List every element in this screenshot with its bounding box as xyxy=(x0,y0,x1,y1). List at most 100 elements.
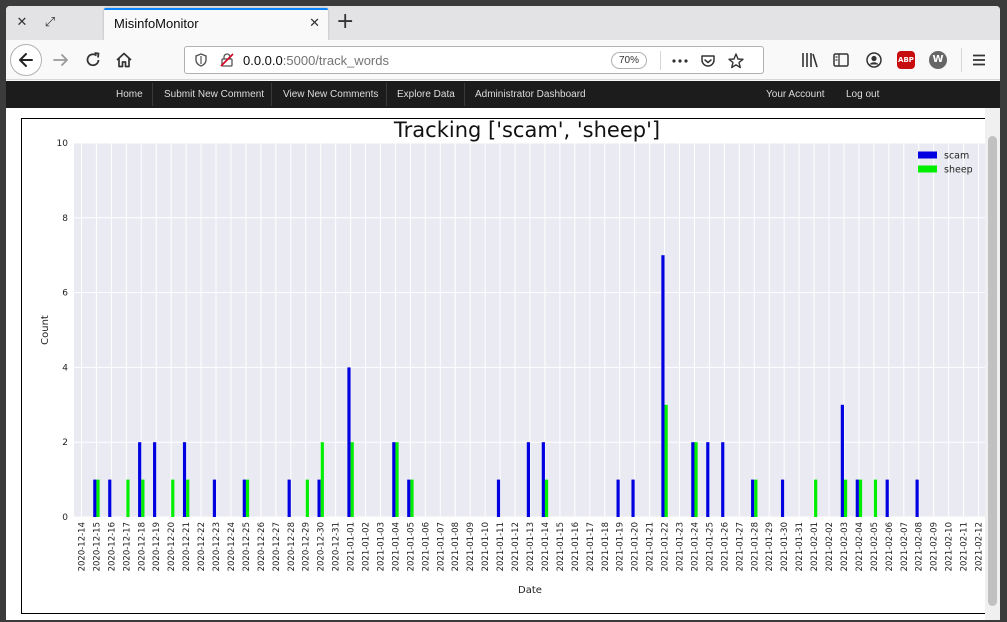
x-tick-label: 2021-02-05 xyxy=(870,522,880,571)
x-tick-label: 2021-02-08 xyxy=(915,522,925,571)
x-tick-label: 2020-12-26 xyxy=(257,522,267,571)
x-tick-label: 2021-01-14 xyxy=(541,522,551,571)
zoom-level-button[interactable]: 70% xyxy=(611,52,647,69)
browser-tab[interactable]: MisinfoMonitor ✕ xyxy=(104,8,328,40)
address-bar[interactable]: 0.0.0.0:5000/track_words 70% xyxy=(184,46,764,74)
x-tick-label: 2020-12-27 xyxy=(272,522,282,571)
sheep-bar xyxy=(141,479,145,517)
x-tick-label: 2021-01-24 xyxy=(690,522,700,571)
extension-w-icon[interactable]: W xyxy=(929,51,947,69)
url-host: 0.0.0.0 xyxy=(243,53,283,68)
scam-bar xyxy=(496,479,501,517)
sheep-bar xyxy=(245,479,250,517)
scam-bar xyxy=(392,442,396,517)
scam-bar xyxy=(631,479,635,517)
hamburger-menu-icon[interactable] xyxy=(971,52,987,68)
chart-container: 0 2 4 6 8 10 2020-12-14 2020-12-15 2020-12-16 20… xyxy=(21,118,990,614)
url-text[interactable]: 0.0.0.0:5000/track_words xyxy=(243,53,389,68)
account-icon[interactable] xyxy=(865,51,883,69)
x-tick-label: 2021-01-27 xyxy=(735,522,745,571)
x-tick-label: 2021-02-12 xyxy=(975,522,985,571)
x-tick-label: 2020-12-28 xyxy=(287,522,297,571)
pocket-icon[interactable] xyxy=(699,52,717,70)
sheep-bar xyxy=(171,479,175,517)
scam-bar xyxy=(347,367,351,517)
x-tick-label: 2020-12-23 xyxy=(212,522,222,571)
scam-bar xyxy=(885,479,889,517)
bookmark-star-icon[interactable] xyxy=(727,52,745,70)
scrollbar-thumb[interactable] xyxy=(988,136,997,606)
forward-arrow-icon xyxy=(53,54,68,66)
x-tick-label: 2021-01-10 xyxy=(481,522,491,571)
back-arrow-icon xyxy=(19,53,33,67)
new-tab-icon[interactable]: + xyxy=(336,10,354,34)
x-tick-label: 2020-12-18 xyxy=(137,522,147,571)
x-axis-label: Date xyxy=(518,585,542,596)
sidebar-icon[interactable] xyxy=(832,51,850,69)
x-tick-label: 2021-01-15 xyxy=(556,522,566,571)
x-tick-label: 2021-01-26 xyxy=(720,522,730,571)
nav-explore-data-link[interactable]: Explore Data xyxy=(397,81,455,108)
x-tick-label: 2021-01-21 xyxy=(646,522,656,571)
x-tick-label: 2020-12-20 xyxy=(167,522,177,571)
x-tick-label: 2021-01-13 xyxy=(526,522,536,571)
nav-separator xyxy=(464,83,465,106)
reload-button[interactable] xyxy=(82,49,104,71)
sheep-bar xyxy=(320,442,324,517)
shield-icon[interactable] xyxy=(193,52,209,68)
y-tick-label: 2 xyxy=(62,438,68,448)
x-tick-label: 2021-01-07 xyxy=(436,522,446,571)
scam-bar xyxy=(661,255,665,517)
library-icon[interactable] xyxy=(800,51,820,69)
scam-bar xyxy=(93,479,97,517)
nav-separator xyxy=(386,83,387,106)
home-button[interactable] xyxy=(113,49,135,71)
x-tick-label: 2021-01-09 xyxy=(466,522,476,571)
x-tick-label: 2021-01-06 xyxy=(421,522,431,571)
x-tick-label: 2021-01-01 xyxy=(347,522,357,571)
nav-submit-comment-link[interactable]: Submit New Comment xyxy=(164,81,264,108)
y-tick-label: 4 xyxy=(62,363,68,373)
close-window-icon[interactable]: ✕ xyxy=(12,13,32,33)
scam-bar xyxy=(317,479,321,517)
scam-bar xyxy=(153,442,157,517)
x-tick-label: 2021-01-11 xyxy=(496,522,506,571)
scam-bar xyxy=(541,442,545,517)
x-tick-label: 2021-01-03 xyxy=(376,522,386,571)
nav-your-account-link[interactable]: Your Account xyxy=(766,81,825,108)
scam-legend-swatch xyxy=(918,151,937,159)
page-actions-icon[interactable] xyxy=(671,53,689,69)
forward-button[interactable] xyxy=(50,49,72,71)
nav-admin-dashboard-link[interactable]: Administrator Dashboard xyxy=(475,81,586,108)
scam-bar xyxy=(108,479,112,517)
sheep-bar xyxy=(395,442,399,517)
insecure-lock-icon[interactable] xyxy=(219,52,235,68)
x-tick-label: 2021-01-08 xyxy=(451,522,461,571)
site-navbar: Home Submit New Comment View New Comment… xyxy=(6,81,1000,108)
nav-home-link[interactable]: Home xyxy=(116,81,143,108)
x-tick-label: 2021-01-22 xyxy=(661,522,671,571)
nav-view-comments-link[interactable]: View New Comments xyxy=(283,81,378,108)
x-tick-label: 2021-02-10 xyxy=(945,522,955,571)
sheep-bar xyxy=(350,442,354,517)
x-tick-label: 2021-01-28 xyxy=(750,522,760,571)
tab-close-icon[interactable]: ✕ xyxy=(309,16,320,31)
x-tick-label: 2021-02-09 xyxy=(930,522,940,571)
x-tick-label: 2021-01-20 xyxy=(631,522,641,571)
scam-bar xyxy=(616,479,620,517)
x-tick-label: 2020-12-15 xyxy=(92,522,102,571)
x-tick-label: 2021-01-29 xyxy=(765,522,775,571)
nav-logout-link[interactable]: Log out xyxy=(846,81,879,108)
sheep-bar xyxy=(96,479,100,517)
restore-window-icon[interactable]: ⤢ xyxy=(40,13,60,33)
back-button[interactable] xyxy=(10,44,42,76)
chart-title: Tracking ['scam', 'sheep'] xyxy=(393,119,660,142)
x-tick-label: 2021-02-06 xyxy=(885,522,895,571)
sheep-bar xyxy=(694,442,698,517)
page-scrollbar[interactable] xyxy=(985,108,1000,620)
x-tick-label: 2021-01-02 xyxy=(362,522,372,571)
adblock-plus-icon[interactable]: ABP xyxy=(897,51,915,69)
y-tick-label: 0 xyxy=(62,513,68,523)
x-tick-label: 2021-01-04 xyxy=(391,522,401,571)
page-content: 0 2 4 6 8 10 2020-12-14 2020-12-15 2020-12-16 20… xyxy=(6,108,1000,620)
